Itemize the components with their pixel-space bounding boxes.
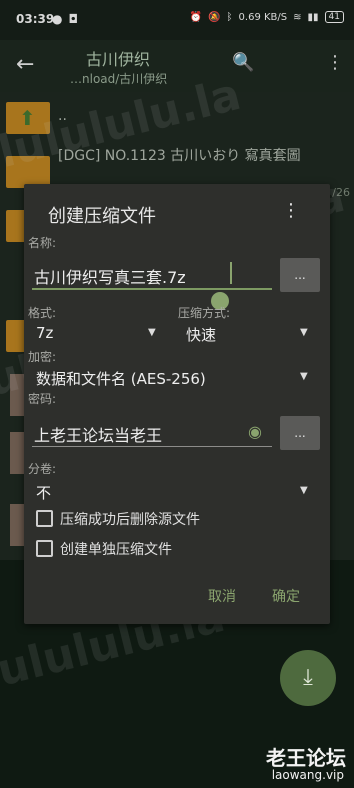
wifi-icon: ≋ [293,11,302,23]
visibility-toggle-icon[interactable]: ◉ [248,422,262,441]
compression-dropdown-icon[interactable]: ▼ [300,327,308,338]
site-url: laowang.vip [271,768,344,782]
encryption-label: 加密: [28,350,57,364]
ok-button[interactable]: 确定 [272,586,300,606]
separate-archive-checkbox[interactable] [36,540,53,557]
separate-archive-label[interactable]: 创建单独压缩文件 [60,539,172,559]
app-icon: ◘ [68,12,78,26]
create-archive-dialog: 创建压缩文件 ⋮ 名称: 古川伊织写真三套.7z ... 格式: 压缩方式: 7… [24,184,330,624]
format-select[interactable]: 7z [36,324,53,342]
split-select[interactable]: 不 [36,482,51,503]
compression-label: 压缩方式: [178,306,231,320]
password-input[interactable]: 上老王论坛当老王 [34,422,162,446]
mute-icon: 🔕 [208,11,221,23]
delete-source-label[interactable]: 压缩成功后删除源文件 [60,509,200,529]
password-label: 密码: [28,392,57,406]
cancel-button[interactable]: 取消 [208,586,236,606]
status-bar: 03:39 ● ◘ ⏰ 🔕 ᛒ 0.69 KB/S ≋ ▮▮ 41 [0,0,354,40]
format-label: 格式: [28,306,57,320]
bluetooth-icon: ᛒ [226,11,233,23]
name-underline [32,288,272,290]
folder-path: …nload/古川伊织 [70,72,168,86]
archive-name-input[interactable]: 古川伊织写真三套.7z [34,264,186,288]
battery-icon: 41 [324,11,344,23]
dialog-title: 创建压缩文件 [48,206,156,227]
compression-select[interactable]: 快速 [186,324,216,345]
download-icon: ⤓ [303,665,313,690]
more-options-icon[interactable]: ⋮ [326,52,344,73]
delete-source-checkbox[interactable] [36,510,53,527]
encryption-select[interactable]: 数据和文件名 (AES-256) [36,368,206,389]
list-item[interactable]: .. [0,98,354,138]
signal-icon: ▮▮ [307,11,319,23]
format-dropdown-icon[interactable]: ▼ [148,327,156,338]
network-speed: 0.69 KB/S [238,11,288,23]
dialog-more-icon[interactable]: ⋮ [282,200,300,221]
password-browse-button[interactable]: ... [280,416,320,450]
download-fab[interactable]: ⤓ [280,650,336,706]
back-arrow-icon[interactable]: ← [16,52,34,77]
password-underline [32,446,272,447]
folder-title: 古川伊织 [86,50,151,69]
status-time: 03:39 [16,12,55,26]
split-dropdown-icon[interactable]: ▼ [300,485,308,496]
qq-icon: ● [52,12,63,26]
browse-button[interactable]: ... [280,258,320,292]
parent-folder-icon [6,102,50,134]
name-label: 名称: [28,236,57,250]
site-brand: 老王论坛 [266,746,346,770]
notification-icons: ● ◘ [52,12,78,26]
text-cursor [230,262,232,284]
search-icon[interactable]: 🔍 [232,52,254,73]
app-bar: ← 古川伊织 …nload/古川伊织 🔍 ⋮ [0,40,354,92]
encryption-dropdown-icon[interactable]: ▼ [300,371,308,382]
alarm-icon: ⏰ [189,11,203,23]
split-label: 分卷: [28,462,57,476]
status-right: ⏰ 🔕 ᛒ 0.69 KB/S ≋ ▮▮ 41 [190,11,344,23]
